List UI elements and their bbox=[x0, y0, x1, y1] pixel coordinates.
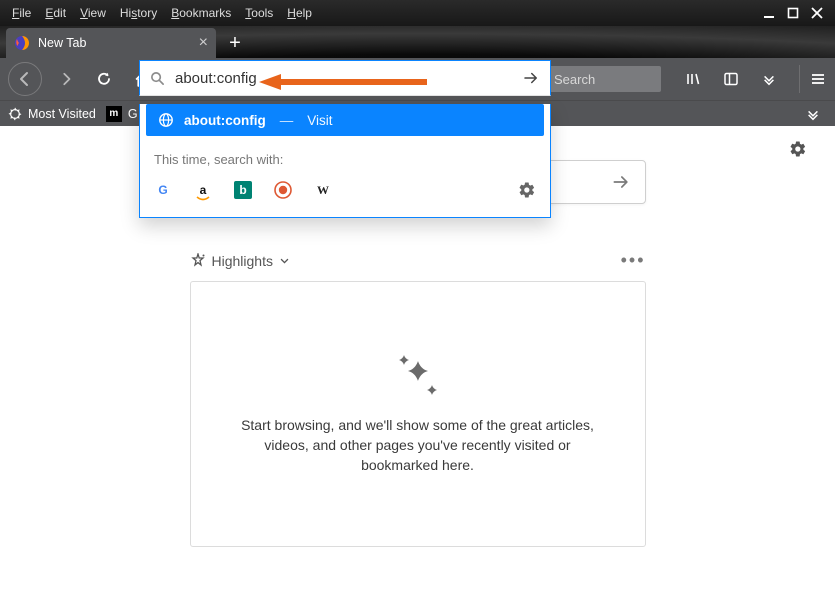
reload-button[interactable] bbox=[90, 65, 118, 93]
globe-icon bbox=[158, 112, 174, 128]
hamburger-menu-icon[interactable] bbox=[799, 65, 827, 93]
menu-file[interactable]: FFileile bbox=[6, 4, 37, 22]
bookmark-label: Most Visited bbox=[28, 107, 96, 121]
mozilla-icon: m bbox=[106, 106, 122, 122]
search-settings-icon[interactable] bbox=[518, 181, 536, 199]
engine-wikipedia-icon[interactable]: W bbox=[314, 181, 332, 199]
tab-new-tab[interactable]: New Tab × bbox=[6, 28, 216, 58]
suggestion-title: about:config bbox=[184, 113, 266, 128]
highlights-icon bbox=[190, 253, 206, 269]
most-visited-icon bbox=[8, 107, 22, 121]
tab-strip: New Tab × + bbox=[0, 26, 835, 58]
search-with-label: This time, search with: bbox=[140, 136, 550, 167]
newtab-settings-icon[interactable] bbox=[789, 140, 807, 158]
toolbar-right bbox=[679, 65, 827, 93]
suggestion-visit[interactable]: about:config — Visit bbox=[146, 104, 544, 136]
menu-edit[interactable]: Edit bbox=[39, 4, 72, 22]
engine-amazon-icon[interactable]: a bbox=[194, 181, 212, 199]
go-arrow-icon[interactable] bbox=[522, 69, 540, 87]
sidebar-icon[interactable] bbox=[717, 65, 745, 93]
suggestion-action: Visit bbox=[307, 113, 332, 128]
new-tab-button[interactable]: + bbox=[220, 28, 250, 58]
highlights-empty-text: Start browsing, and we'll show some of t… bbox=[231, 415, 605, 476]
highlights-label: Highlights bbox=[212, 253, 273, 269]
chevron-down-icon[interactable] bbox=[279, 255, 290, 266]
forward-button[interactable] bbox=[52, 65, 80, 93]
menu-view[interactable]: View bbox=[74, 4, 112, 22]
urlbar-overlay: about:config — Visit This time, search w… bbox=[139, 60, 551, 218]
menu-bookmarks[interactable]: Bookmarks bbox=[165, 4, 237, 22]
search-icon bbox=[150, 71, 165, 86]
url-bar[interactable] bbox=[139, 60, 551, 96]
tab-close-icon[interactable]: × bbox=[199, 35, 208, 51]
highlights-more-icon[interactable]: ••• bbox=[621, 250, 646, 271]
engine-bing-icon[interactable]: b bbox=[234, 181, 252, 199]
bookmarks-overflow-icon[interactable] bbox=[799, 100, 827, 128]
menu-help[interactable]: Help bbox=[281, 4, 318, 22]
bookmark-label-2: G bbox=[128, 107, 138, 121]
tab-title: New Tab bbox=[38, 36, 86, 50]
sparkle-icon bbox=[391, 353, 445, 401]
engine-duckduckgo-icon[interactable] bbox=[274, 181, 292, 199]
overflow-icon[interactable] bbox=[755, 65, 783, 93]
maximize-icon[interactable] bbox=[787, 7, 799, 19]
back-button[interactable] bbox=[8, 62, 42, 96]
urlbar-dropdown: about:config — Visit This time, search w… bbox=[139, 104, 551, 218]
go-arrow-icon[interactable] bbox=[611, 172, 631, 192]
menu-tools[interactable]: Tools bbox=[239, 4, 279, 22]
suggestion-dash: — bbox=[280, 113, 294, 128]
firefox-icon bbox=[14, 35, 30, 51]
bookmark-getting-started[interactable]: m G bbox=[106, 106, 138, 122]
bookmark-most-visited[interactable]: Most Visited bbox=[8, 107, 96, 121]
highlights-empty-card: Start browsing, and we'll show some of t… bbox=[190, 281, 646, 547]
search-input[interactable] bbox=[554, 72, 655, 87]
engine-google-icon[interactable]: G bbox=[154, 181, 172, 199]
highlights-header[interactable]: Highlights ••• bbox=[190, 250, 646, 271]
menu-bar: FFileile Edit View History Bookmarks Too… bbox=[0, 0, 835, 26]
app-menu: FFileile Edit View History Bookmarks Too… bbox=[6, 4, 318, 22]
newtab-center: Highlights ••• Start browsing, and we'll… bbox=[190, 160, 646, 547]
search-engines-row: G a b W bbox=[140, 167, 550, 203]
close-icon[interactable] bbox=[811, 7, 823, 19]
library-icon[interactable] bbox=[679, 65, 707, 93]
menu-history[interactable]: History bbox=[114, 4, 163, 22]
window-controls bbox=[763, 7, 829, 19]
url-input[interactable] bbox=[175, 70, 512, 87]
minimize-icon[interactable] bbox=[763, 7, 775, 19]
